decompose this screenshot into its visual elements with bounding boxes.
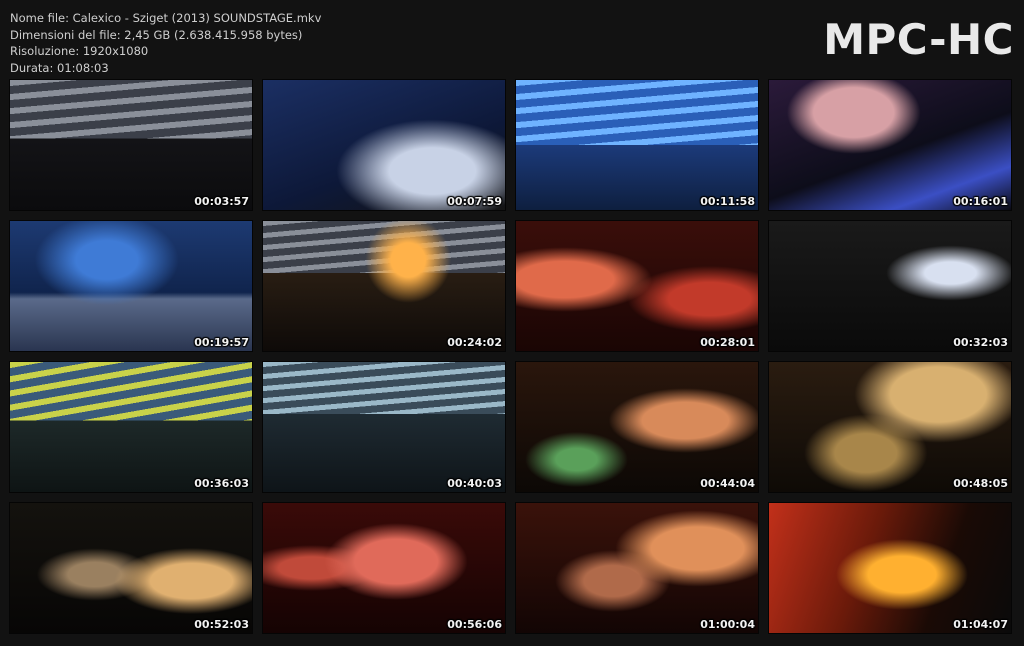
thumbnail-grid: 00:03:57 00:07:59 00:11:58 00:16:01 00:19:57… xyxy=(9,79,1013,635)
video-thumbnail: 01:04:07 xyxy=(768,502,1012,634)
thumbnail-image xyxy=(769,80,1011,210)
video-thumbnail: 00:28:01 xyxy=(515,220,759,352)
thumbnail-timestamp: 00:28:01 xyxy=(700,336,755,349)
thumbnail-timestamp: 00:40:03 xyxy=(447,477,502,490)
file-info-panel: Nome file: Calexico - Sziget (2013) SOUN… xyxy=(10,10,321,76)
thumbnail-image xyxy=(10,221,252,351)
thumbnail-image xyxy=(10,503,252,633)
thumbnail-timestamp: 00:07:59 xyxy=(447,195,502,208)
thumbnail-image xyxy=(263,221,505,351)
thumbnail-timestamp: 00:11:58 xyxy=(700,195,755,208)
thumbnail-image xyxy=(263,503,505,633)
thumbnail-image xyxy=(10,80,252,210)
thumbnail-timestamp: 00:56:06 xyxy=(447,618,502,631)
video-thumbnail: 00:24:02 xyxy=(262,220,506,352)
thumbnail-timestamp: 00:36:03 xyxy=(194,477,249,490)
thumbnail-image xyxy=(516,362,758,492)
thumbnail-timestamp: 00:52:03 xyxy=(194,618,249,631)
video-thumbnail: 00:11:58 xyxy=(515,79,759,211)
video-thumbnail: 00:19:57 xyxy=(9,220,253,352)
thumbnail-image xyxy=(263,362,505,492)
video-thumbnail: 00:07:59 xyxy=(262,79,506,211)
video-thumbnail: 00:44:04 xyxy=(515,361,759,493)
thumbnail-timestamp: 00:32:03 xyxy=(953,336,1008,349)
file-name: Nome file: Calexico - Sziget (2013) SOUN… xyxy=(10,11,322,25)
brand-logo: MPC-HC xyxy=(823,15,1014,64)
thumbnail-image xyxy=(516,503,758,633)
video-thumbnail: 00:56:06 xyxy=(262,502,506,634)
video-thumbnail: 01:00:04 xyxy=(515,502,759,634)
video-thumbnail: 00:16:01 xyxy=(768,79,1012,211)
thumbnail-image xyxy=(10,362,252,492)
thumbnail-image xyxy=(263,80,505,210)
thumbnail-timestamp: 00:24:02 xyxy=(447,336,502,349)
thumbnail-image xyxy=(769,362,1011,492)
file-resolution: Risoluzione: 1920x1080 xyxy=(10,44,149,58)
video-thumbnail: 00:03:57 xyxy=(9,79,253,211)
video-thumbnail: 00:52:03 xyxy=(9,502,253,634)
thumbnail-timestamp: 00:44:04 xyxy=(700,477,755,490)
thumbnail-image xyxy=(516,80,758,210)
thumbnail-image xyxy=(769,503,1011,633)
thumbnail-image xyxy=(516,221,758,351)
thumbnail-image xyxy=(769,221,1011,351)
file-duration: Durata: 01:08:03 xyxy=(10,60,109,75)
thumbnail-timestamp: 00:48:05 xyxy=(953,477,1008,490)
thumbnail-timestamp: 00:16:01 xyxy=(953,195,1008,208)
thumbnail-timestamp: 01:04:07 xyxy=(953,618,1008,631)
video-thumbnail: 00:36:03 xyxy=(9,361,253,493)
thumbnail-timestamp: 01:00:04 xyxy=(700,618,755,631)
video-thumbnail: 00:40:03 xyxy=(262,361,506,493)
thumbnail-timestamp: 00:03:57 xyxy=(194,195,249,208)
file-size: Dimensioni del file: 2,45 GB (2.638.415.… xyxy=(10,27,303,42)
thumbnail-timestamp: 00:19:57 xyxy=(194,336,249,349)
video-thumbnail: 00:32:03 xyxy=(768,220,1012,352)
video-thumbnail: 00:48:05 xyxy=(768,361,1012,493)
